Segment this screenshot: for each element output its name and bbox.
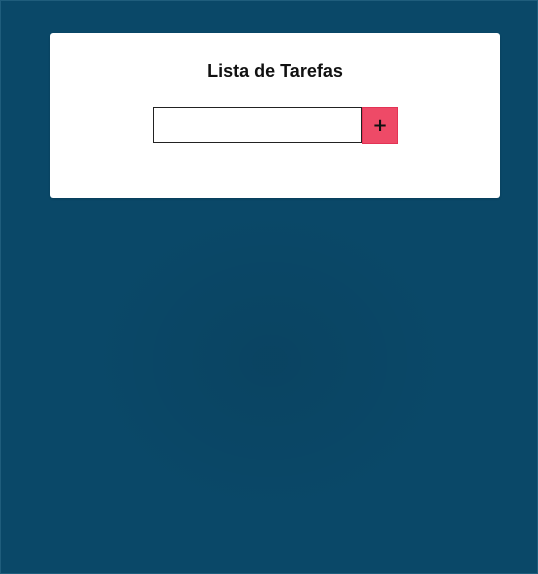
page-title: Lista de Tarefas	[207, 61, 343, 81]
todo-card: Lista de Tarefas +	[50, 33, 500, 198]
plus-icon: +	[372, 115, 388, 136]
add-task-button[interactable]: +	[362, 107, 398, 144]
add-task-form: +	[153, 107, 398, 144]
task-input[interactable]	[153, 107, 362, 143]
page-background: Lista de Tarefas +	[0, 0, 538, 574]
